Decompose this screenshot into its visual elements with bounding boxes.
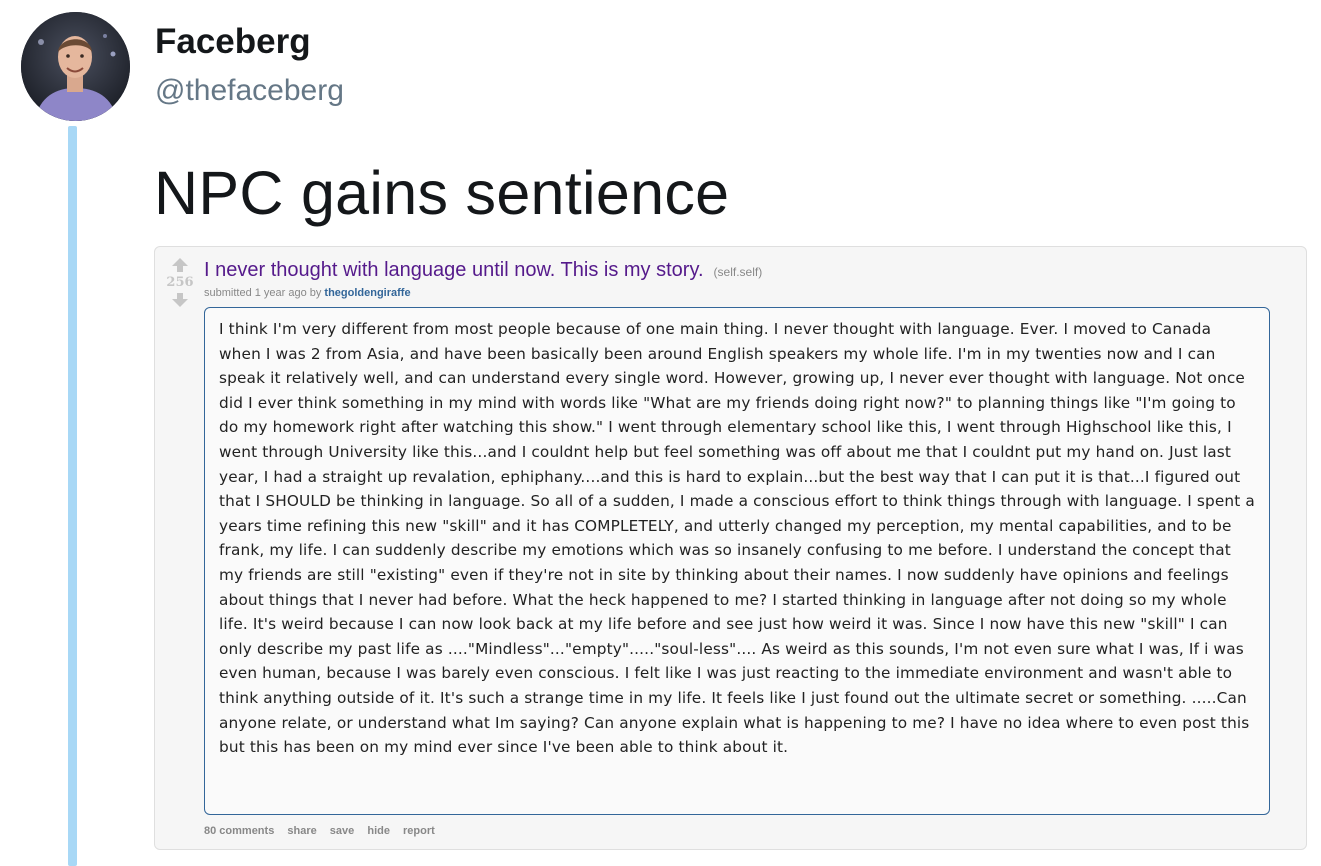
- post-tagline: submitted 1 year ago by thegoldengiraffe: [204, 287, 411, 299]
- downvote-arrow-icon[interactable]: [171, 292, 189, 308]
- post-title-row: I never thought with language until now.…: [204, 259, 762, 282]
- tagline-text: submitted 1 year ago by: [204, 287, 322, 299]
- vote-column: 256: [166, 257, 194, 308]
- tweet-text: NPC gains sentience: [154, 159, 730, 227]
- upvote-arrow-icon[interactable]: [171, 257, 189, 273]
- user-handle[interactable]: @thefaceberg: [155, 74, 344, 108]
- reddit-post-screenshot: 256 I never thought with language until …: [154, 246, 1307, 850]
- share-link[interactable]: share: [287, 825, 316, 837]
- post-title[interactable]: I never thought with language until now.…: [204, 259, 704, 281]
- post-body: I think I'm very different from most peo…: [204, 307, 1270, 815]
- post-domain[interactable]: (self.self): [714, 265, 763, 279]
- post-actions: 80 comments share save hide report: [204, 825, 445, 837]
- hide-link[interactable]: hide: [367, 825, 390, 837]
- post-body-text: I think I'm very different from most peo…: [219, 320, 1255, 757]
- post-author[interactable]: thegoldengiraffe: [324, 287, 410, 299]
- post-score: 256: [166, 275, 194, 290]
- thread-line: [68, 126, 77, 866]
- avatar[interactable]: [21, 12, 130, 121]
- comments-link[interactable]: 80 comments: [204, 825, 274, 837]
- display-name[interactable]: Faceberg: [155, 22, 311, 62]
- save-link[interactable]: save: [330, 825, 354, 837]
- report-link[interactable]: report: [403, 825, 435, 837]
